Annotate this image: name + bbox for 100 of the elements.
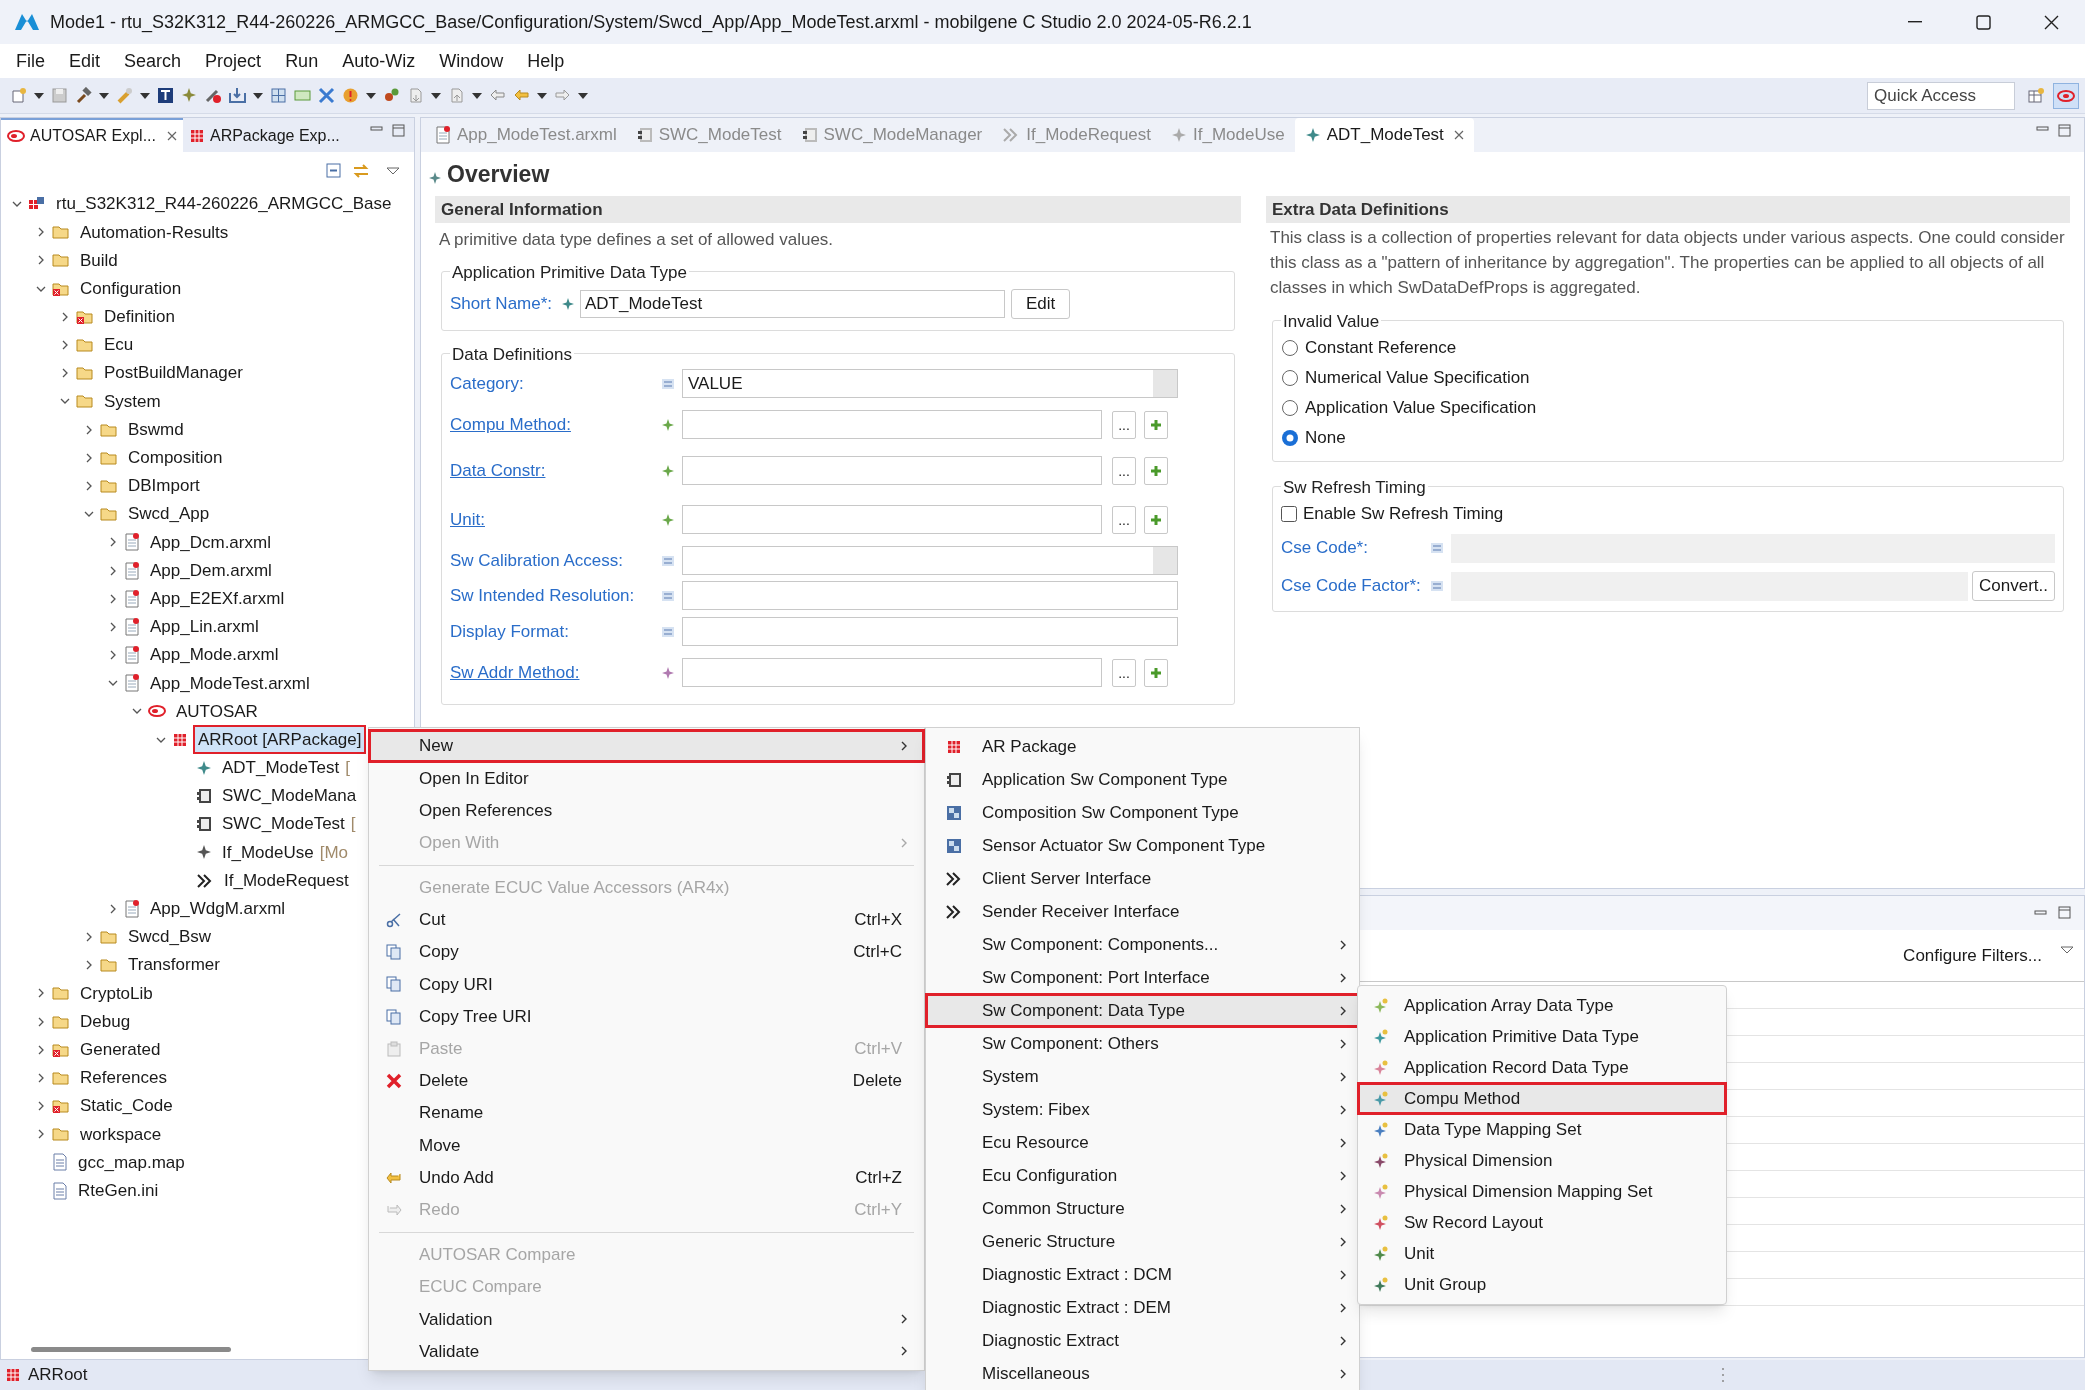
radio-button[interactable] bbox=[1281, 369, 1299, 387]
menu-item[interactable]: File bbox=[4, 47, 57, 75]
tree-item[interactable]: Transformer bbox=[123, 950, 225, 980]
menu-item[interactable]: Open References bbox=[369, 794, 924, 827]
tree-item[interactable]: CryptoLib bbox=[75, 978, 158, 1009]
menu-item[interactable]: System bbox=[926, 1060, 1359, 1093]
reference-field[interactable] bbox=[682, 505, 1102, 534]
tree-item[interactable]: Swcd_App bbox=[123, 499, 215, 529]
pencil-error-icon[interactable] bbox=[205, 87, 222, 104]
tree-item[interactable]: Swcd_Bsw bbox=[123, 922, 217, 952]
tree-item[interactable]: ARRoot [ARPackage] bbox=[193, 724, 367, 755]
menu-item[interactable]: Edit bbox=[57, 47, 113, 75]
dropdown-arrow-icon[interactable] bbox=[578, 91, 588, 100]
autosar-perspective-button[interactable] bbox=[2053, 82, 2079, 109]
cross-tool-icon[interactable] bbox=[318, 87, 335, 104]
import-icon[interactable] bbox=[229, 87, 246, 104]
tree-item[interactable]: App_Dcm.arxml bbox=[145, 527, 276, 558]
menu-item[interactable]: Cut Ctrl+X bbox=[369, 903, 924, 937]
tree-item[interactable]: ADT_ModeTest bbox=[217, 753, 345, 783]
tree-item[interactable]: SWC_ModeMana bbox=[217, 781, 362, 811]
tree-item[interactable]: Build bbox=[75, 245, 123, 276]
tree-item[interactable]: Bswmd bbox=[123, 414, 189, 445]
tree-item[interactable]: App_Dem.arxml bbox=[145, 555, 277, 586]
reference-field[interactable] bbox=[682, 658, 1102, 687]
tree-item[interactable]: SWC_ModeTest bbox=[217, 809, 350, 839]
short-name-field[interactable]: ADT_ModeTest bbox=[580, 289, 1005, 318]
close-icon[interactable] bbox=[2043, 14, 2059, 30]
reference-field[interactable] bbox=[682, 410, 1102, 439]
tree-item[interactable]: Configuration bbox=[75, 273, 187, 304]
dropdown-arrow-icon[interactable] bbox=[253, 91, 263, 100]
tree-item[interactable]: Definition bbox=[99, 302, 180, 332]
menu-item[interactable]: Sw Component: Port Interface bbox=[926, 961, 1359, 994]
configure-filters-link[interactable]: Configure Filters... bbox=[1903, 942, 2042, 969]
menu-item[interactable]: Diagnostic Extract bbox=[926, 1324, 1359, 1357]
dropdown-arrow-icon[interactable] bbox=[99, 91, 109, 100]
collapse-all-icon[interactable] bbox=[326, 163, 342, 179]
tree-item[interactable]: System bbox=[99, 386, 166, 417]
menu-item[interactable]: AR Package bbox=[926, 730, 1359, 763]
tree-item[interactable]: Automation-Results bbox=[75, 217, 234, 248]
tree-item[interactable]: App_WdgM.arxml bbox=[145, 894, 291, 924]
maximize-icon[interactable] bbox=[1975, 14, 1991, 30]
menu-item[interactable]: Sender Receiver Interface bbox=[926, 895, 1359, 928]
combo-box[interactable]: VALUE bbox=[682, 369, 1178, 398]
menu-item[interactable]: Application Primitive Data Type bbox=[1358, 1021, 1726, 1052]
menu-item[interactable]: Validation bbox=[369, 1303, 924, 1336]
view-tab[interactable]: AUTOSAR Expl... bbox=[1, 118, 183, 152]
field-link[interactable]: Data Constr: bbox=[450, 457, 662, 484]
quick-access-field[interactable]: Quick Access bbox=[1867, 81, 2015, 110]
tree-item[interactable]: rtu_S32K312_R44-260226_ARMGCC_Base bbox=[51, 190, 397, 219]
menu-item[interactable]: Undo Add Ctrl+Z bbox=[369, 1161, 924, 1194]
menu-item[interactable]: Ecu Resource bbox=[926, 1126, 1359, 1159]
tree-item[interactable]: gcc_map.map bbox=[73, 1147, 190, 1178]
warning-icon[interactable] bbox=[342, 87, 359, 104]
menu-item[interactable]: Auto-Wiz bbox=[330, 47, 428, 75]
menu-item[interactable]: Window bbox=[427, 47, 516, 75]
menu-item[interactable]: Client Server Interface bbox=[926, 862, 1359, 895]
dropdown-arrow-icon[interactable] bbox=[34, 91, 44, 100]
add-button[interactable] bbox=[1144, 505, 1168, 534]
edit-button[interactable]: Edit bbox=[1011, 288, 1071, 319]
menu-item[interactable]: Sw Component: Components... bbox=[926, 928, 1359, 961]
grid-icon[interactable] bbox=[270, 87, 287, 104]
menu-item[interactable]: Sw Component: Data Type bbox=[926, 994, 1359, 1027]
menu-item[interactable]: Validate bbox=[369, 1335, 924, 1368]
menu-item[interactable]: Help bbox=[515, 47, 577, 75]
view-menu-icon[interactable] bbox=[386, 166, 400, 176]
text-field[interactable] bbox=[682, 617, 1178, 646]
menu-item[interactable]: Copy URI bbox=[369, 968, 924, 1001]
menu-item[interactable]: Application Sw Component Type bbox=[926, 763, 1359, 796]
minimize-view-icon[interactable] bbox=[370, 124, 384, 134]
menu-item[interactable]: Unit Group bbox=[1358, 1269, 1726, 1300]
menu-item[interactable]: Diagnostic Extract : DEM bbox=[926, 1291, 1359, 1324]
menu-item[interactable]: Run bbox=[273, 47, 331, 75]
dropdown-arrow-icon[interactable] bbox=[472, 91, 482, 100]
field-link[interactable]: Sw Addr Method: bbox=[450, 659, 662, 686]
menu-item[interactable]: Copy Ctrl+C bbox=[369, 936, 924, 969]
horizontal-scrollbar[interactable] bbox=[31, 1346, 231, 1352]
tree-item[interactable]: App_Lin.arxml bbox=[145, 612, 264, 642]
menu-item[interactable]: Open In Editor bbox=[369, 762, 924, 795]
tree-item[interactable]: DBImport bbox=[123, 471, 205, 501]
add-button[interactable] bbox=[1144, 410, 1168, 439]
view-tab[interactable]: ARPackage Exp... bbox=[182, 118, 346, 152]
tree-item[interactable]: Ecu bbox=[99, 330, 139, 360]
menu-item[interactable]: Unit bbox=[1358, 1238, 1726, 1269]
field-link[interactable]: Compu Method: bbox=[450, 411, 662, 438]
tree-item[interactable]: References bbox=[75, 1063, 172, 1093]
tree-item[interactable]: If_ModeUse bbox=[217, 837, 319, 868]
tree-item[interactable]: AUTOSAR bbox=[171, 696, 263, 727]
menu-item[interactable]: Ecu Configuration bbox=[926, 1159, 1359, 1192]
tree-item[interactable]: App_Mode.arxml bbox=[145, 640, 284, 670]
add-button[interactable] bbox=[1144, 456, 1168, 485]
checkbox[interactable] bbox=[1281, 506, 1297, 522]
minimize-icon[interactable] bbox=[1908, 21, 1922, 23]
menu-item[interactable]: Project bbox=[193, 47, 274, 75]
perspective-icon[interactable] bbox=[2027, 86, 2045, 105]
add-button[interactable] bbox=[1144, 658, 1168, 687]
radio-button[interactable] bbox=[1281, 399, 1299, 417]
text-field[interactable] bbox=[682, 581, 1178, 610]
tree-item[interactable]: PostBuildManager bbox=[99, 358, 248, 388]
tree-item[interactable]: App_ModeTest.arxml bbox=[145, 668, 315, 699]
menu-item[interactable]: Search bbox=[112, 47, 194, 75]
